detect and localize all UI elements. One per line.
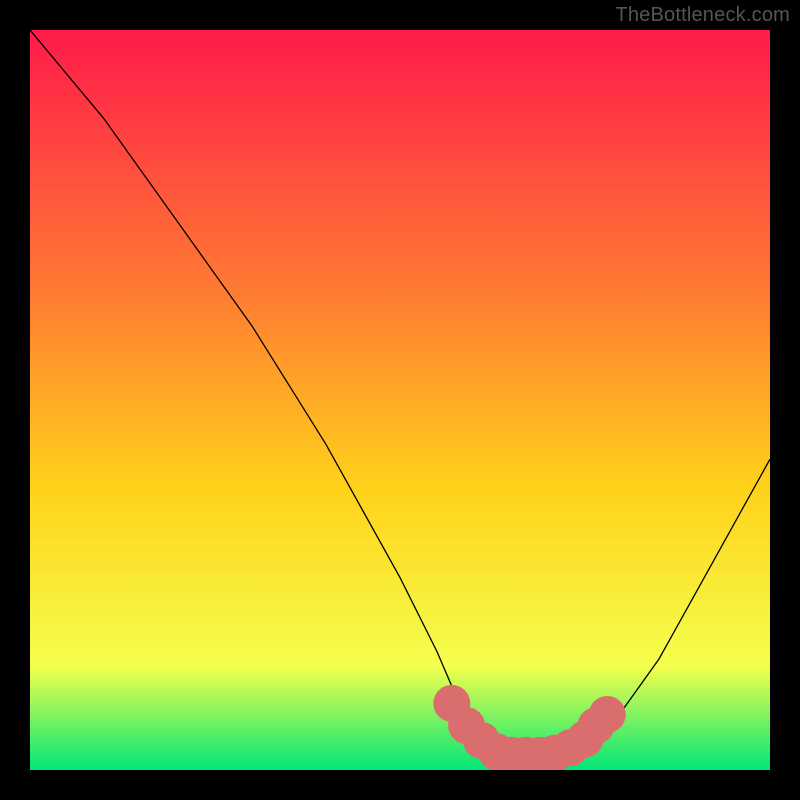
marker-dot bbox=[589, 696, 626, 733]
plot-area bbox=[30, 30, 770, 770]
chart-svg bbox=[30, 30, 770, 770]
watermark-text: TheBottleneck.com bbox=[615, 4, 790, 27]
chart-frame: TheBottleneck.com bbox=[0, 0, 800, 800]
